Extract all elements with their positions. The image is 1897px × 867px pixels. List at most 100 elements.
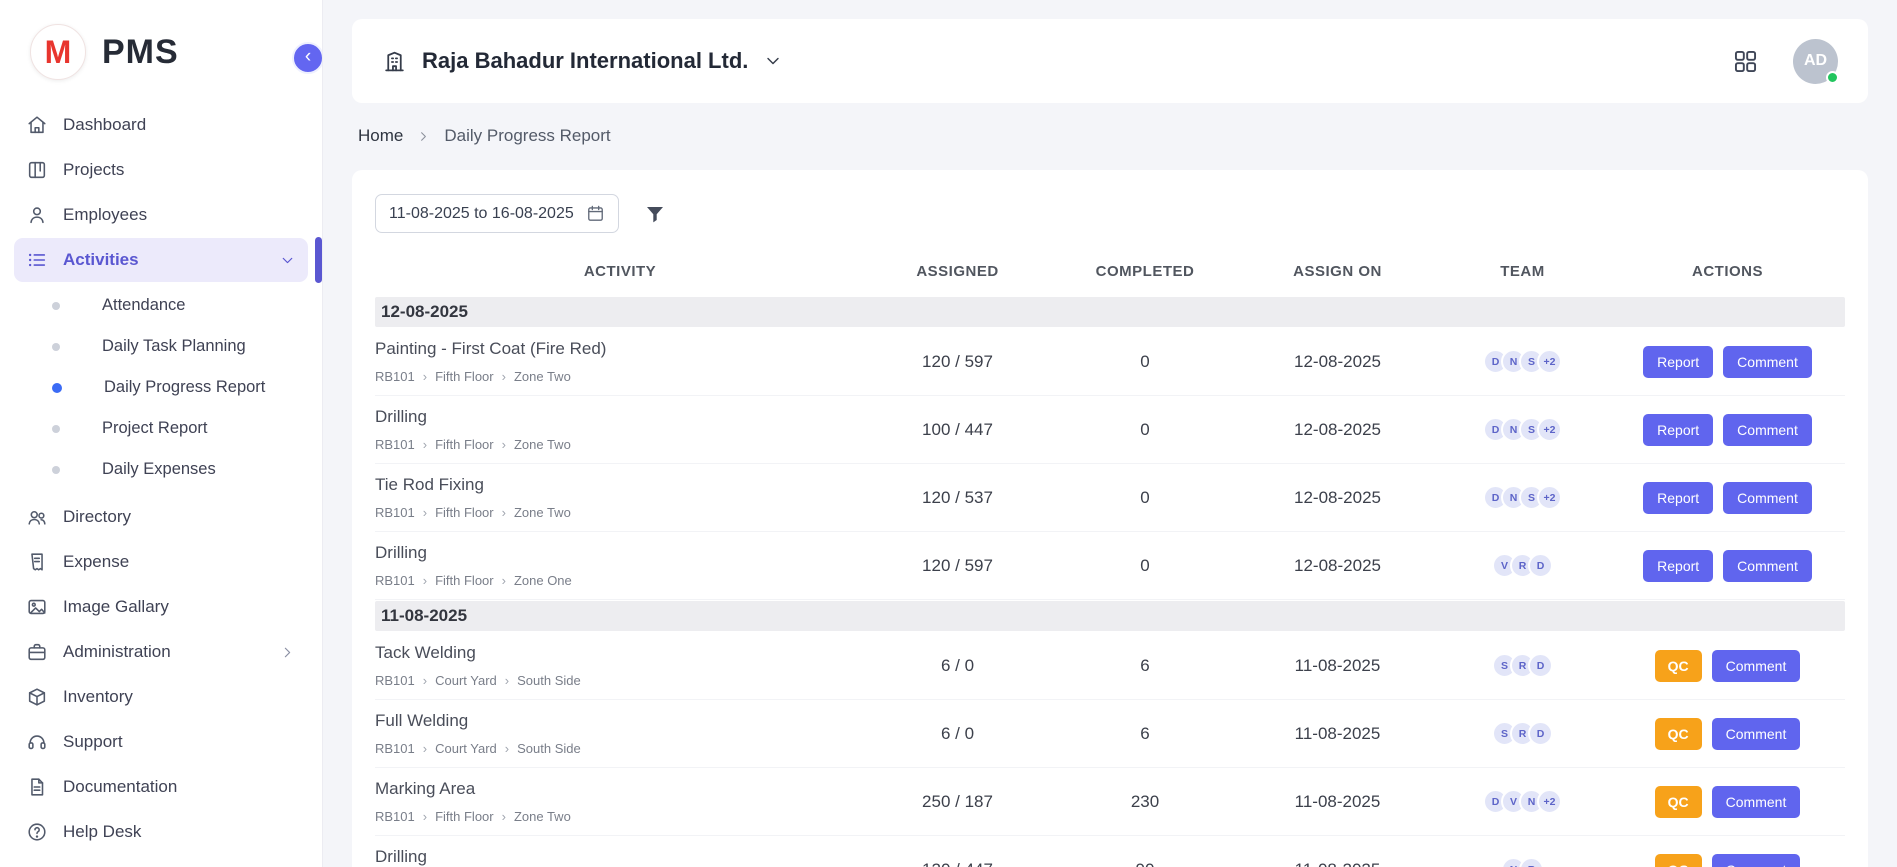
table-row: Tie Rod FixingRB101›Fifth Floor›Zone Two… bbox=[375, 464, 1845, 532]
sidebar-item-label: Dashboard bbox=[63, 115, 146, 135]
sidebar-item-projects[interactable]: Projects bbox=[14, 148, 308, 192]
chevron-right-icon: › bbox=[502, 370, 506, 383]
filter-icon[interactable] bbox=[643, 202, 667, 226]
column-header-team: TEAM bbox=[1435, 263, 1610, 280]
team-member-badge[interactable]: +2 bbox=[1537, 417, 1562, 442]
people-icon bbox=[26, 506, 48, 528]
sidebar-item-dashboard[interactable]: Dashboard bbox=[14, 103, 308, 147]
sidebar-item-help-desk[interactable]: Help Desk bbox=[14, 810, 308, 854]
activity-title: Marking Area bbox=[375, 779, 849, 799]
qc-button[interactable]: QC bbox=[1655, 650, 1702, 682]
progress-report-table: ACTIVITYASSIGNEDCOMPLETEDASSIGN ONTEAMAC… bbox=[375, 257, 1845, 867]
report-button[interactable]: Report bbox=[1643, 346, 1713, 378]
sidebar-item-documentation[interactable]: Documentation bbox=[14, 765, 308, 809]
sidebar-item-support[interactable]: Support bbox=[14, 720, 308, 764]
sidebar-item-image-gallary[interactable]: Image Gallary bbox=[14, 585, 308, 629]
team-avatars: DNS+2 bbox=[1435, 485, 1610, 510]
activity-cell: Full WeldingRB101›Court Yard›South Side bbox=[375, 711, 865, 756]
report-button[interactable]: Report bbox=[1643, 414, 1713, 446]
assigned-value: 100 / 447 bbox=[865, 420, 1050, 440]
path-segment: Court Yard bbox=[435, 741, 497, 756]
qc-button[interactable]: QC bbox=[1655, 718, 1702, 750]
team-member-badge[interactable]: D bbox=[1528, 653, 1553, 678]
chevron-right-icon: › bbox=[502, 574, 506, 587]
table-row: Painting - First Coat (Fire Red)RB101›Fi… bbox=[375, 328, 1845, 396]
sidebar-subitem-project-report[interactable]: Project Report bbox=[14, 408, 308, 449]
comment-button[interactable]: Comment bbox=[1712, 718, 1801, 750]
date-range-input[interactable]: 11-08-2025 to 16-08-2025 bbox=[375, 194, 619, 233]
filter-row: 11-08-2025 to 16-08-2025 bbox=[375, 194, 1845, 233]
comment-button[interactable]: Comment bbox=[1723, 414, 1812, 446]
sidebar: M PMS ‹ Dashboard ProjectsEmployees Activi… bbox=[0, 0, 323, 867]
activity-location-path: RB101›Court Yard›South Side bbox=[375, 673, 849, 688]
sidebar-subitem-label: Daily Expenses bbox=[102, 460, 216, 479]
completed-value: 0 bbox=[1050, 420, 1240, 440]
activity-cell: Tie Rod FixingRB101›Fifth Floor›Zone Two bbox=[375, 475, 865, 520]
team-avatars: NR bbox=[1435, 857, 1610, 867]
team-member-badge[interactable]: D bbox=[1528, 721, 1553, 746]
sidebar-subitem-label: Daily Task Planning bbox=[102, 337, 246, 356]
activity-cell: DrillingRB101›Fifth Floor›Zone One bbox=[375, 543, 865, 588]
comment-button[interactable]: Comment bbox=[1712, 854, 1801, 867]
team-member-badge[interactable]: R bbox=[1519, 857, 1544, 867]
brand: M PMS bbox=[0, 0, 322, 98]
bullet-dot-icon bbox=[52, 425, 60, 433]
comment-button[interactable]: Comment bbox=[1712, 650, 1801, 682]
comment-button[interactable]: Comment bbox=[1723, 550, 1812, 582]
activity-location-path: RB101›Fifth Floor›Zone Two bbox=[375, 505, 849, 520]
breadcrumb-item-home[interactable]: Home bbox=[358, 126, 403, 146]
sidebar-subitem-daily-task-planning[interactable]: Daily Task Planning bbox=[14, 326, 308, 367]
team-member-badge[interactable]: +2 bbox=[1537, 349, 1562, 374]
sidebar-item-employees[interactable]: Employees bbox=[14, 193, 308, 237]
building-icon bbox=[382, 49, 407, 74]
team-avatars: DNS+2 bbox=[1435, 349, 1610, 374]
table-row: Marking Area RB101›Fifth Floor›Zone Two 25… bbox=[375, 768, 1845, 836]
team-member-badge[interactable]: D bbox=[1528, 553, 1553, 578]
sidebar-subitem-daily-expenses[interactable]: Daily Expenses bbox=[14, 449, 308, 490]
table-row: Tack WeldingRB101›Court Yard›South Side6… bbox=[375, 632, 1845, 700]
list-icon bbox=[26, 249, 48, 271]
comment-button[interactable]: Comment bbox=[1723, 346, 1812, 378]
report-button[interactable]: Report bbox=[1643, 482, 1713, 514]
qc-button[interactable]: QC bbox=[1655, 786, 1702, 818]
column-header-completed: COMPLETED bbox=[1050, 263, 1240, 280]
comment-button[interactable]: Comment bbox=[1712, 786, 1801, 818]
sidebar-item-directory[interactable]: Directory bbox=[14, 495, 308, 539]
activity-cell: Tack WeldingRB101›Court Yard›South Side bbox=[375, 643, 865, 688]
chevron-right-icon: › bbox=[423, 742, 427, 755]
assigned-value: 250 / 187 bbox=[865, 792, 1050, 812]
sidebar-item-label: Support bbox=[63, 732, 123, 752]
sidebar-item-expense[interactable]: Expense bbox=[14, 540, 308, 584]
row-actions: QC Comment bbox=[1610, 718, 1845, 750]
activity-location-path: RB101›Fifth Floor›Zone Two bbox=[375, 809, 849, 824]
row-actions: Report Comment bbox=[1610, 346, 1845, 378]
chevron-right-icon: › bbox=[423, 506, 427, 519]
user-avatar[interactable]: AD bbox=[1793, 39, 1838, 84]
sidebar-subitem-label: Daily Progress Report bbox=[104, 378, 265, 397]
sidebar-item-label: Expense bbox=[63, 552, 129, 572]
report-button[interactable]: Report bbox=[1643, 550, 1713, 582]
chevron-right-icon bbox=[416, 129, 431, 144]
assigned-value: 120 / 537 bbox=[865, 488, 1050, 508]
activity-location-path: RB101›Court Yard›South Side bbox=[375, 741, 849, 756]
row-actions: Report Comment bbox=[1610, 550, 1845, 582]
sidebar-collapse-button[interactable]: ‹ bbox=[292, 42, 323, 74]
team-member-badge[interactable]: +2 bbox=[1537, 485, 1562, 510]
team-member-badge[interactable]: +2 bbox=[1537, 789, 1562, 814]
box-icon bbox=[26, 686, 48, 708]
qc-button[interactable]: QC bbox=[1655, 854, 1702, 867]
comment-button[interactable]: Comment bbox=[1723, 482, 1812, 514]
sidebar-item-administration[interactable]: Administration bbox=[14, 630, 308, 674]
sidebar-subitem-daily-progress-report[interactable]: Daily Progress Report bbox=[14, 367, 308, 408]
sidebar-item-label: Activities bbox=[63, 250, 139, 270]
brand-logo: M bbox=[30, 24, 86, 80]
sidebar-item-activities[interactable]: Activities bbox=[14, 238, 308, 282]
apps-grid-icon[interactable] bbox=[1732, 48, 1759, 75]
company-selector[interactable]: Raja Bahadur International Ltd. bbox=[382, 48, 783, 74]
brand-name: PMS bbox=[102, 33, 179, 72]
completed-value: 0 bbox=[1050, 352, 1240, 372]
sidebar-subitem-attendance[interactable]: Attendance bbox=[14, 285, 308, 326]
sidebar-item-inventory[interactable]: Inventory bbox=[14, 675, 308, 719]
table-row: Full WeldingRB101›Court Yard›South Side6… bbox=[375, 700, 1845, 768]
activity-cell: DrillingRB101›Fifth Floor›Zone Two bbox=[375, 847, 865, 867]
